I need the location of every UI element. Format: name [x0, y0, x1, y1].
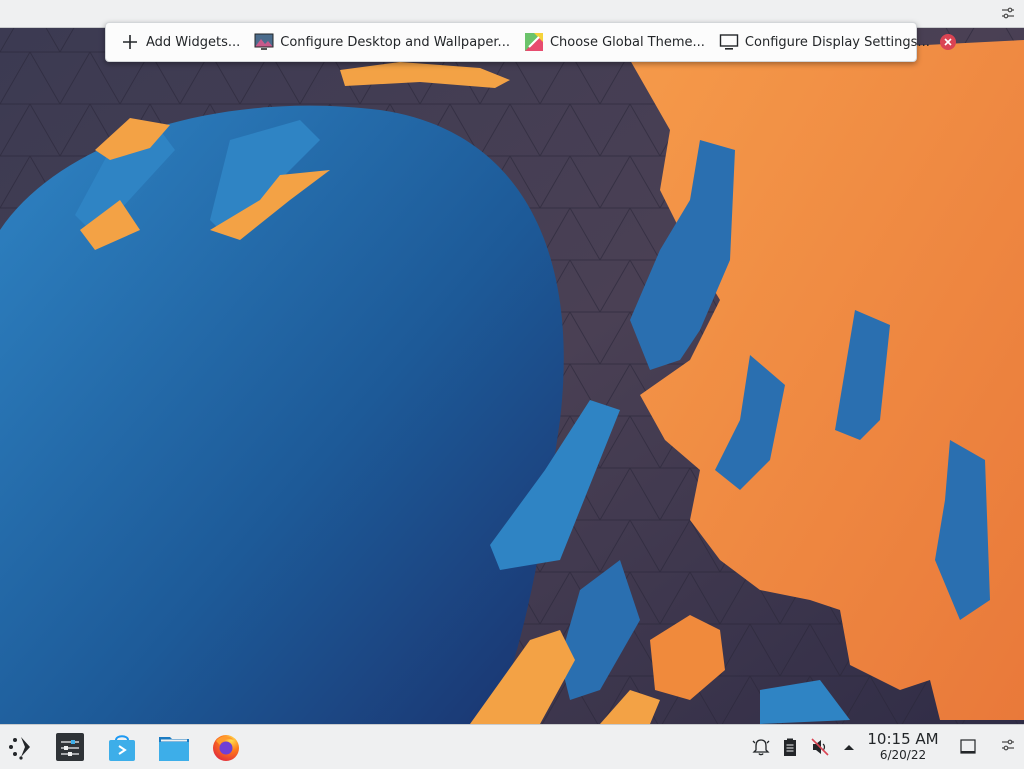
panel-settings-icon[interactable]	[1000, 5, 1016, 21]
desktop-toolbox: Add Widgets... Configure Desktop and Wal…	[105, 22, 956, 62]
configure-display-button[interactable]: Configure Display Settings...	[715, 27, 934, 57]
digital-clock[interactable]: 10:15 AM 6/20/22	[862, 730, 944, 762]
folder-icon[interactable]	[158, 731, 190, 763]
configure-desktop-label: Configure Desktop and Wallpaper...	[280, 34, 510, 50]
clock-date: 6/20/22	[879, 748, 927, 762]
plus-icon	[120, 32, 140, 52]
configure-desktop-button[interactable]: Configure Desktop and Wallpaper...	[250, 27, 514, 57]
arrow-up-icon[interactable]	[839, 737, 859, 757]
bell-icon[interactable]	[751, 737, 771, 757]
configure-display-label: Configure Display Settings...	[744, 34, 930, 50]
panel-settings-icon[interactable]	[1000, 737, 1016, 757]
choose-global-theme-button[interactable]: Choose Global Theme...	[520, 27, 709, 57]
show-desktop-icon[interactable]	[958, 737, 978, 757]
kde-launcher-icon[interactable]	[6, 731, 38, 763]
monitor-icon	[719, 32, 739, 52]
clock-time: 10:15 AM	[867, 730, 939, 748]
volume-muted-icon[interactable]	[810, 737, 830, 757]
global-theme-icon	[524, 32, 544, 52]
system-settings-icon[interactable]	[54, 731, 86, 763]
add-widgets-label: Add Widgets...	[146, 34, 241, 50]
firefox-icon[interactable]	[210, 731, 242, 763]
close-icon[interactable]	[939, 34, 956, 50]
clipboard-icon[interactable]	[780, 737, 800, 757]
discover-store-icon[interactable]	[106, 731, 138, 763]
desktop-wallpaper-icon	[254, 32, 274, 52]
desktop-wallpaper	[0, 0, 1024, 768]
taskbar: 10:15 AM 6/20/22	[0, 724, 1024, 769]
choose-global-theme-label: Choose Global Theme...	[549, 34, 705, 50]
add-widgets-button[interactable]: Add Widgets...	[116, 27, 244, 57]
